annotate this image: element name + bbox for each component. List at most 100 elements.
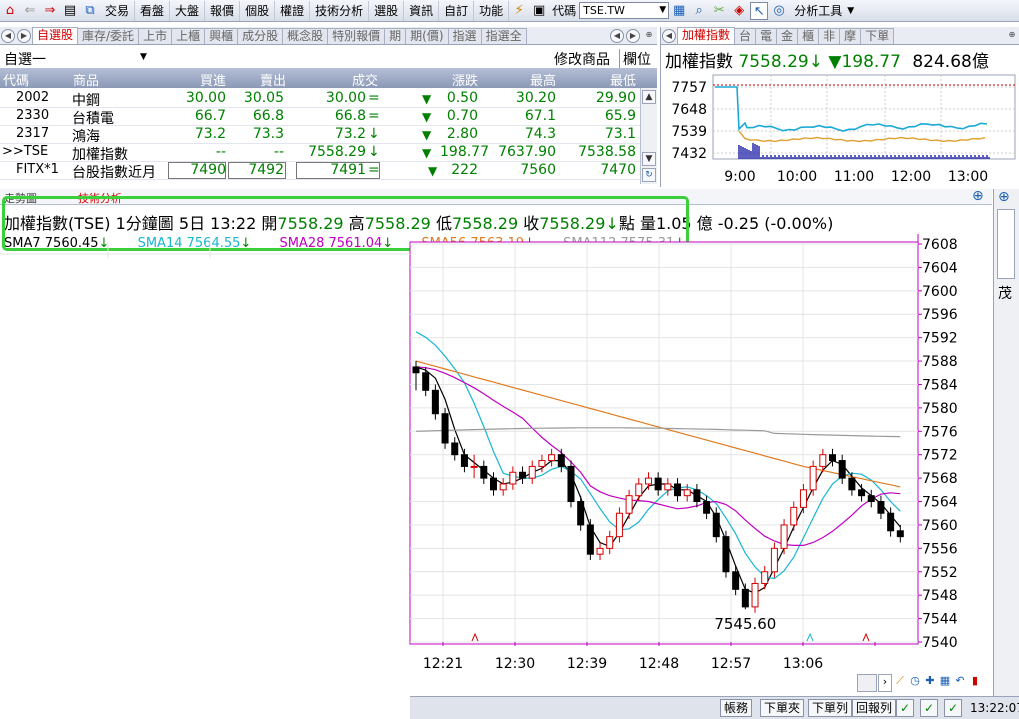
tab-special[interactable]: 特別報價 [327, 28, 386, 44]
tab-futures[interactable]: 期 [384, 28, 407, 44]
tab-scroll-right-icon[interactable]: ▶ [626, 29, 640, 43]
chevron-down-icon[interactable]: ▼ [140, 52, 147, 62]
tab-components[interactable]: 成分股 [237, 28, 284, 44]
mini-tab-index[interactable]: 加權指數 [677, 27, 736, 44]
search-icon[interactable]: ⌕ [690, 2, 708, 20]
tag-icon[interactable]: ◈ [730, 2, 748, 20]
ytick-label: 7576 [922, 424, 958, 440]
menu-watch[interactable]: 看盤 [135, 0, 171, 21]
zoom-icon[interactable]: ⊕ [642, 29, 656, 43]
zoom-icon[interactable]: ⊕ [1005, 29, 1019, 43]
chart-type-icon[interactable]: ⟋ [893, 674, 907, 692]
lightning-icon[interactable]: ⚡ [510, 2, 528, 20]
back-arrow-icon[interactable]: ⇐ [21, 2, 39, 20]
row-divider [0, 125, 640, 126]
popout-icon[interactable]: ⧉ [81, 2, 99, 20]
refresh-icon[interactable]: ↻ [642, 168, 656, 182]
mini-tab-nonfin[interactable]: 非 [818, 28, 841, 44]
check-icon[interactable]: ✓ [920, 699, 939, 717]
card-icon[interactable]: ▦ [670, 2, 688, 20]
chevron-down-icon[interactable]: ▼ [659, 3, 666, 18]
quote-scrollbar[interactable]: ▲ ▼ ↻ [640, 88, 657, 184]
order-bar-button[interactable]: 下單列 [808, 699, 853, 717]
scroll-up-icon[interactable]: ▲ [642, 90, 656, 104]
col-ask[interactable]: 賣出 [228, 70, 286, 89]
clock-icon[interactable]: ◷ [908, 674, 922, 692]
print-icon[interactable]: ▤ [61, 2, 79, 20]
mini-tab-tw[interactable]: 台 [734, 28, 757, 44]
crosshair-icon[interactable]: ✚ [923, 674, 937, 692]
home-icon[interactable]: ⌂ [1, 2, 19, 20]
table-row[interactable]: >>TSE 加權指數 -- -- 7558.29 ↓ ▼ 198.77 7637.90 7538.… [0, 144, 640, 163]
menu-info[interactable]: 資訊 [404, 0, 440, 21]
col-name[interactable]: 商品 [73, 70, 99, 89]
col-low[interactable]: 最低 [560, 70, 636, 89]
menu-screener[interactable]: 選股 [369, 0, 405, 21]
check-icon[interactable]: ✓ [896, 699, 915, 717]
analysis-icon[interactable]: ◎ [770, 2, 788, 20]
table-row[interactable]: 2317 鴻海 73.2 73.3 73.2 ↓ ▼ 2.80 74.3 73.1 [0, 126, 640, 145]
account-button[interactable]: 帳務 [720, 699, 753, 717]
mini-tab-order[interactable]: 下單 [860, 28, 895, 44]
zoom-icon[interactable]: ⊕ [998, 189, 1010, 205]
scroll-down-icon[interactable]: ▼ [642, 152, 656, 166]
check-icon[interactable]: ✓ [944, 699, 963, 717]
zoom-icon[interactable]: ⊕ [972, 188, 984, 204]
candle-body [751, 582, 759, 608]
mini-tab-elec[interactable]: 電 [755, 28, 778, 44]
forward-arrow-icon[interactable]: ⇒ [41, 2, 59, 20]
tab-prev-icon[interactable]: ◀ [662, 29, 676, 43]
chevron-down-icon[interactable]: ▼ [847, 6, 854, 16]
modify-button[interactable]: 修改商品 [554, 49, 610, 69]
menu-market[interactable]: 大盤 [170, 0, 206, 21]
menu-quote[interactable]: 報價 [205, 0, 241, 21]
table-row[interactable]: FITX*1 台股指數近月 7490 7492 7491 = ▼ 222 7560 7470 [0, 162, 640, 181]
chevron-right-icon[interactable]: › [878, 674, 892, 692]
menu-stock[interactable]: 個股 [240, 0, 276, 21]
list-selector[interactable]: 自選一 [4, 49, 46, 69]
menu-trade[interactable]: 交易 [100, 0, 136, 21]
tab-next-icon[interactable]: ▶ [17, 29, 31, 43]
candle-body [422, 372, 430, 391]
grid-icon[interactable]: ▦ [938, 674, 952, 692]
col-change[interactable]: 漲跌 [390, 70, 478, 89]
tools-icon[interactable]: ✂ [710, 2, 728, 20]
tab-scroll-left-icon[interactable]: ◀ [610, 29, 624, 43]
note-icon[interactable]: ▣ [530, 2, 548, 20]
menu-function[interactable]: 功能 [474, 0, 510, 21]
mini-tab-fin[interactable]: 金 [776, 28, 799, 44]
mini-tab-msci[interactable]: 摩 [839, 28, 862, 44]
col-bid[interactable]: 買進 [168, 70, 226, 89]
col-last[interactable]: 成交 [290, 70, 378, 89]
tab-listed[interactable]: 上市 [138, 28, 173, 44]
tab-prev-icon[interactable]: ◀ [1, 29, 15, 43]
menu-warrant[interactable]: 權證 [275, 0, 311, 21]
mini-tab-otc[interactable]: 櫃 [797, 28, 820, 44]
tab-futures-price[interactable]: 期(價) [405, 28, 449, 44]
candle-body [712, 512, 720, 538]
col-code[interactable]: 代碼 [3, 70, 29, 89]
report-bar-button[interactable]: 回報列 [852, 699, 897, 717]
tab-index-options[interactable]: 指選 [447, 28, 482, 44]
bar-chart-icon[interactable]: ▮ [968, 674, 982, 692]
tab-concept[interactable]: 概念股 [282, 28, 329, 44]
tab-watchlist[interactable]: 自選股 [32, 27, 79, 44]
tab-inventory[interactable]: 庫存/委託 [77, 28, 140, 44]
undo-icon[interactable]: ↶ [953, 674, 967, 692]
table-row[interactable]: 2002 中鋼 30.00 30.05 30.00 = ▼ 0.50 30.20 29.90 [0, 90, 640, 109]
table-row[interactable]: 2330 台積電 66.7 66.8 66.8 = ▼ 0.70 67.1 65.9 [0, 108, 640, 127]
order-folder-button[interactable]: 下單夾 [760, 699, 805, 717]
code-input[interactable]: TSE.TW ▼ [579, 2, 670, 19]
column-button[interactable]: 欄位 [619, 49, 651, 69]
col-high[interactable]: 最高 [482, 70, 556, 89]
tab-otc[interactable]: 上櫃 [171, 28, 206, 44]
cursor-icon[interactable]: ↖ [750, 1, 769, 20]
hscroll-thumb[interactable] [857, 674, 877, 692]
side-scroll[interactable] [997, 209, 1015, 279]
menu-custom[interactable]: 自訂 [439, 0, 475, 21]
cell-bid: 30.00 [185, 90, 226, 106]
menu-tech[interactable]: 技術分析 [310, 0, 370, 21]
tab-emerging[interactable]: 興櫃 [204, 28, 239, 44]
menu-analysis-tools[interactable]: 分析工具 [789, 1, 847, 21]
tab-index-options-all[interactable]: 指選全 [480, 28, 527, 44]
